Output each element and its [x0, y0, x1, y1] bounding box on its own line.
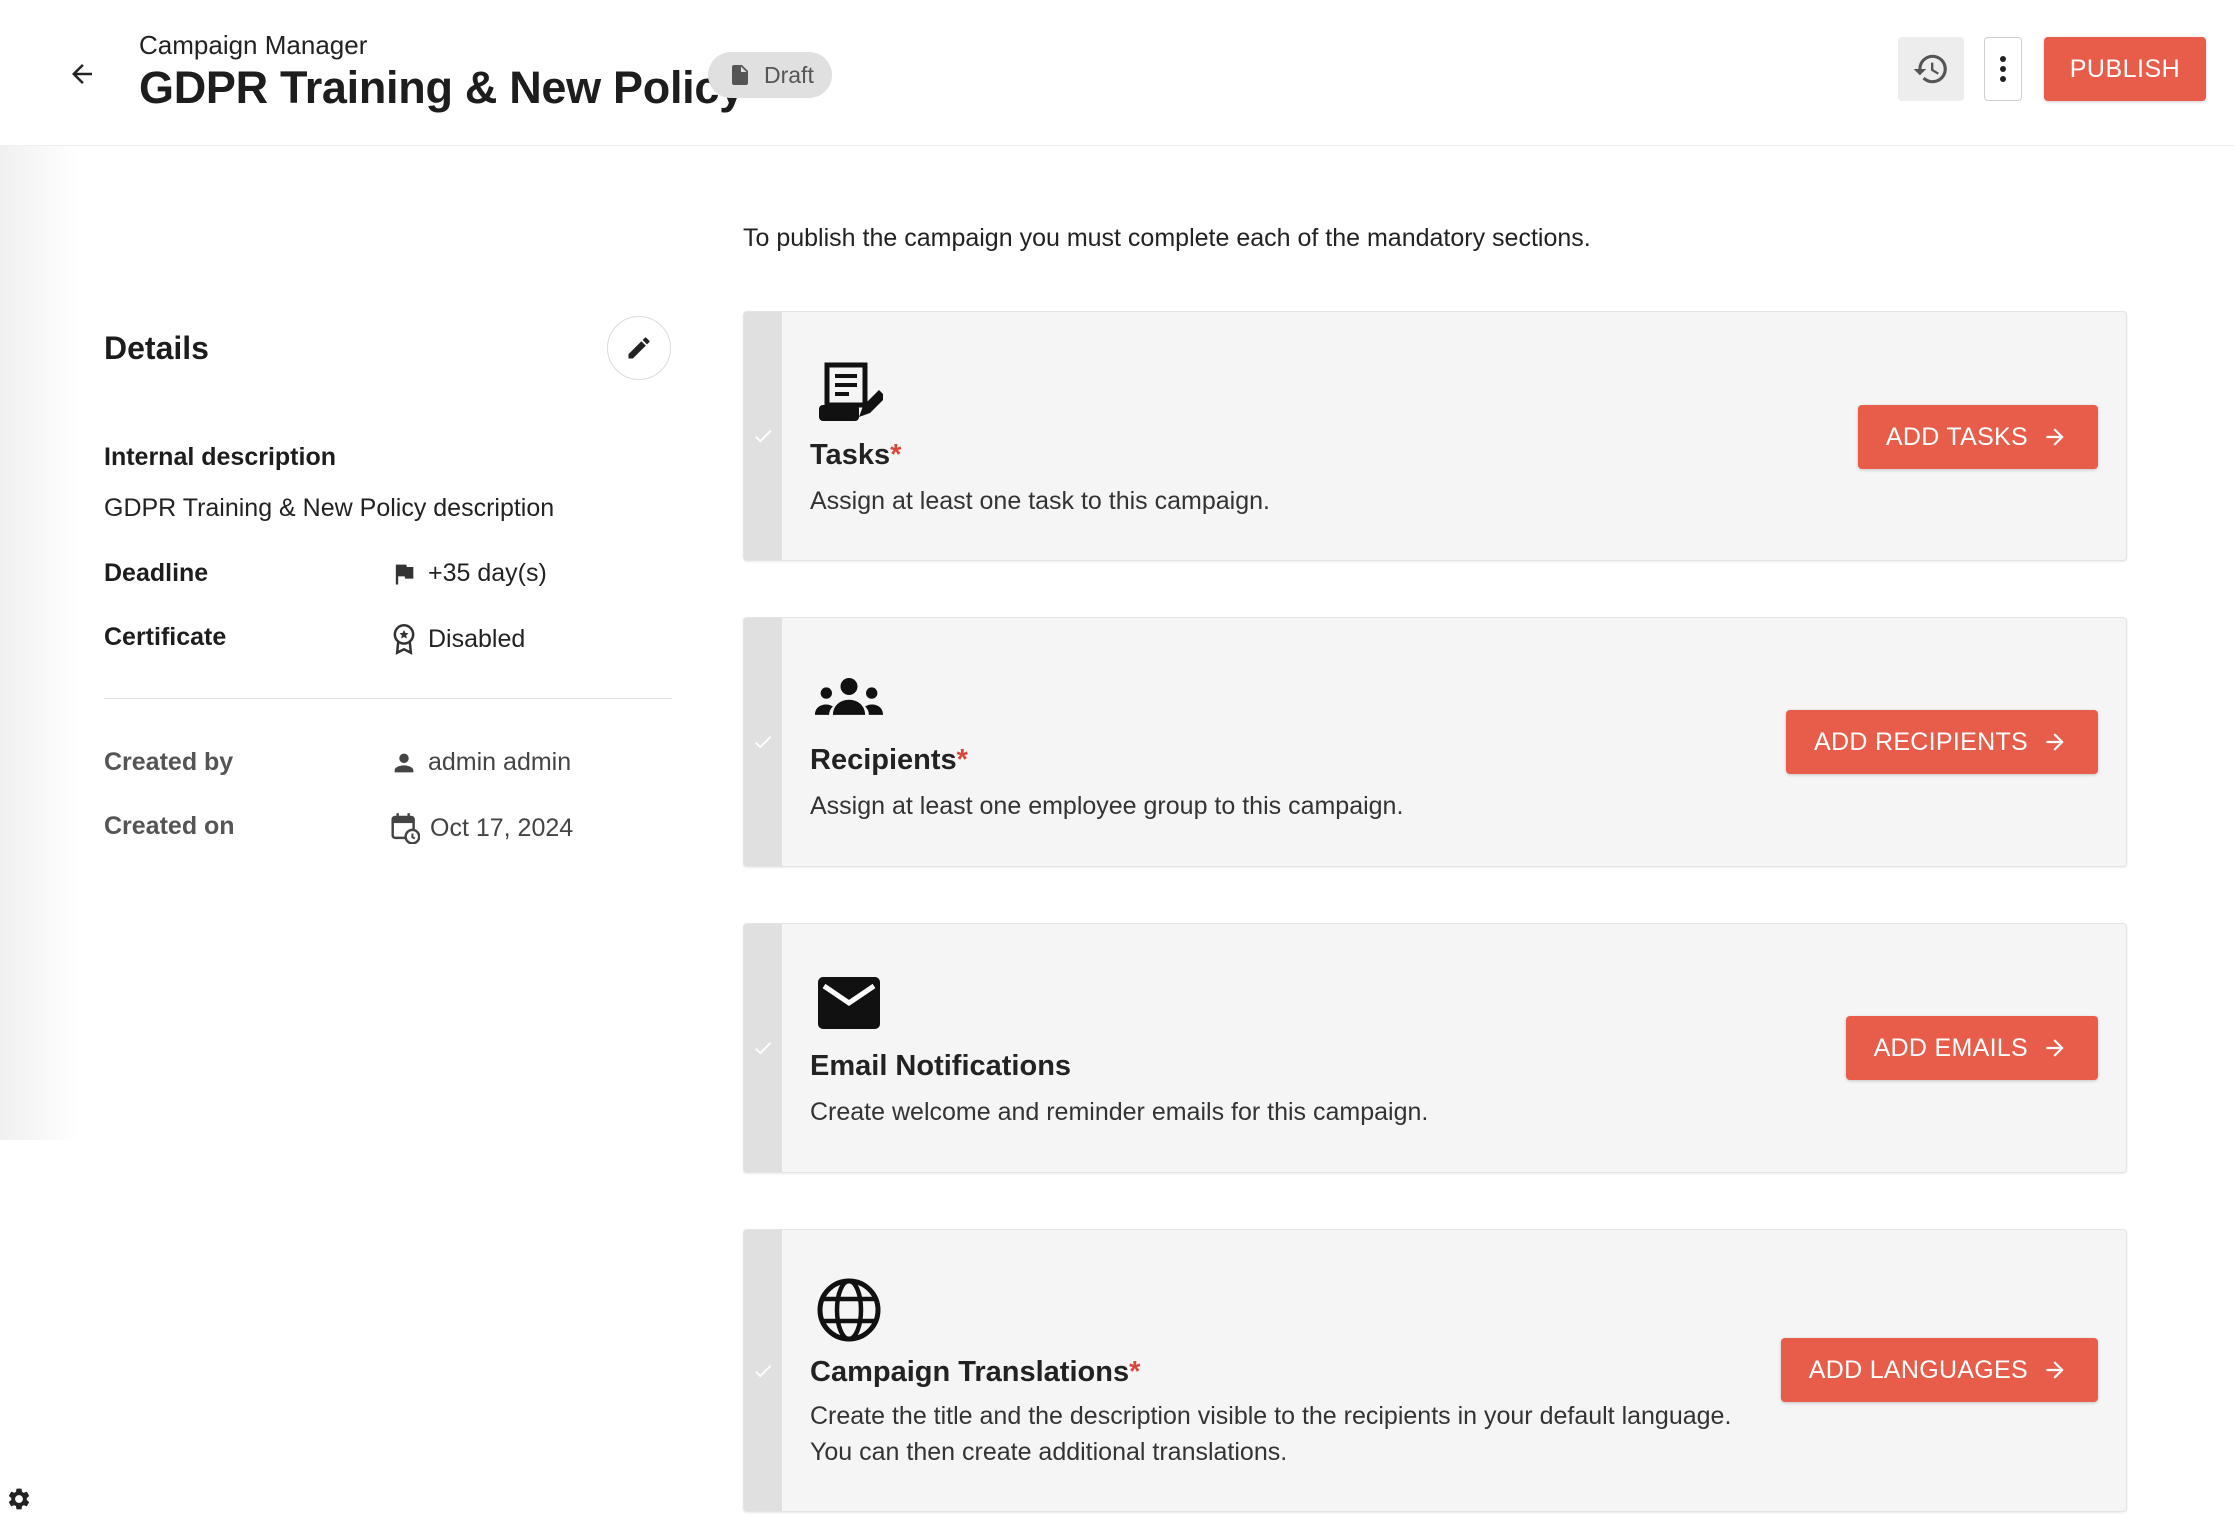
arrow-right-icon: [2046, 428, 2064, 446]
add-recipients-label: ADD RECIPIENTS: [1814, 727, 2028, 756]
section-title-campaign-translations: Campaign Translations*: [810, 1356, 1140, 1389]
section-title-recipients-text: Recipients: [810, 744, 957, 776]
section-desc-campaign-translations: Create the title and the description vis…: [810, 1398, 1731, 1470]
section-desc-line-2: You can then create additional translati…: [810, 1438, 1288, 1466]
award-icon: [393, 624, 415, 655]
required-marker: *: [890, 439, 902, 471]
edit-details-button[interactable]: [607, 316, 671, 380]
internal-description-value: GDPR Training & New Policy description: [104, 494, 554, 523]
section-desc-email-notifications: Create welcome and reminder emails for t…: [810, 1098, 1429, 1126]
status-label: Draft: [764, 61, 814, 88]
section-title-email-notifications: Email Notifications: [810, 1050, 1071, 1083]
section-card-tasks: Tasks* Assign at least one task to this …: [743, 311, 2127, 561]
check-icon: [755, 1364, 772, 1377]
document-icon: [732, 65, 748, 85]
add-tasks-button[interactable]: ADD TASKS: [1857, 405, 2098, 469]
publish-button[interactable]: PUBLISH: [2044, 37, 2206, 101]
section-title-tasks-text: Tasks: [810, 439, 891, 471]
add-tasks-label: ADD TASKS: [1885, 422, 2028, 451]
deadline-label: Deadline: [104, 559, 209, 587]
internal-description-label: Internal description: [104, 443, 336, 471]
calendar-clock-icon: [391, 813, 420, 844]
section-title-tasks: Tasks*: [810, 439, 901, 472]
settings-button[interactable]: [4, 1484, 34, 1514]
more-vertical-icon: [2000, 56, 2006, 82]
add-emails-button[interactable]: ADD EMAILS: [1845, 1016, 2098, 1080]
section-title-recipients: Recipients*: [810, 744, 968, 777]
created-by-value: admin admin: [390, 748, 571, 777]
gear-icon: [8, 1488, 30, 1510]
created-on-label: Created on: [104, 812, 235, 840]
check-icon: [755, 430, 772, 443]
page-title: GDPR Training & New Policy: [139, 62, 744, 113]
arrow-left-icon: [72, 64, 92, 84]
created-by-text: admin admin: [428, 748, 572, 776]
section-status-tasks[interactable]: [744, 312, 782, 560]
certificate-text: Disabled: [428, 624, 526, 653]
section-title-translations-text: Campaign Translations: [810, 1356, 1130, 1388]
section-desc-line-1: Create the title and the description vis…: [810, 1402, 1732, 1430]
add-languages-button[interactable]: ADD LANGUAGES: [1780, 1338, 2098, 1402]
check-icon: [755, 1042, 772, 1055]
details-divider: [104, 698, 672, 699]
arrow-right-icon: [2046, 1361, 2064, 1379]
page-header: Campaign Manager GDPR Training & New Pol…: [0, 0, 2234, 146]
status-badge: Draft: [708, 52, 832, 98]
publish-instructions: To publish the campaign you must complet…: [743, 224, 1591, 252]
history-button[interactable]: [1898, 37, 1964, 101]
required-marker: *: [956, 744, 968, 776]
created-by-label: Created by: [104, 748, 234, 776]
check-icon: [755, 736, 772, 749]
section-desc-tasks: Assign at least one task to this campaig…: [810, 487, 1270, 515]
breadcrumb: Campaign Manager: [139, 30, 368, 60]
section-status-email-notifications[interactable]: [744, 924, 782, 1172]
internal-description-text: GDPR Training & New Policy description: [104, 494, 555, 522]
more-options-button[interactable]: [1984, 37, 2022, 101]
deadline-value: +35 day(s): [390, 559, 547, 588]
deadline-text: +35 day(s): [428, 559, 547, 587]
add-recipients-button[interactable]: ADD RECIPIENTS: [1786, 710, 2098, 774]
certificate-label: Certificate: [104, 623, 227, 651]
envelope-icon: [814, 968, 884, 1038]
section-desc-recipients: Assign at least one employee group to th…: [810, 792, 1404, 820]
add-emails-label: ADD EMAILS: [1873, 1033, 2028, 1062]
back-button[interactable]: [58, 50, 106, 98]
pencil-icon: [628, 337, 650, 359]
section-card-email-notifications: Email Notifications Create welcome and r…: [743, 923, 2127, 1173]
flag-icon: [395, 564, 414, 584]
arrow-right-icon: [2046, 733, 2064, 751]
arrow-right-icon: [2046, 1039, 2064, 1057]
globe-icon: [814, 1275, 884, 1345]
task-list-icon: [814, 360, 884, 430]
section-card-recipients: Recipients* Assign at least one employee…: [743, 617, 2127, 867]
required-marker: *: [1129, 1356, 1141, 1388]
details-heading: Details: [104, 330, 209, 366]
section-status-recipients[interactable]: [744, 618, 782, 866]
groups-icon: [814, 660, 884, 730]
section-status-campaign-translations[interactable]: [744, 1230, 782, 1511]
section-title-email-text: Email Notifications: [810, 1050, 1072, 1082]
created-on-text: Oct 17, 2024: [430, 813, 574, 842]
add-languages-label: ADD LANGUAGES: [1808, 1355, 2028, 1384]
history-icon: [1913, 54, 1947, 84]
person-icon: [394, 753, 414, 772]
left-edge-shadow: [0, 140, 80, 1140]
certificate-value: Disabled: [390, 623, 525, 655]
section-card-campaign-translations: Campaign Translations* Create the title …: [743, 1229, 2127, 1512]
created-on-value: Oct 17, 2024: [390, 812, 573, 844]
